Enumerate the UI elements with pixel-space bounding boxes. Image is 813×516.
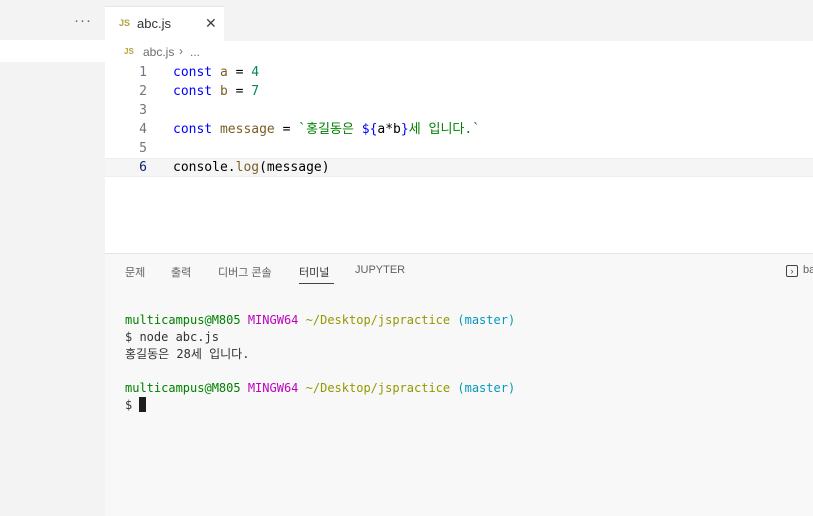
more-actions-icon[interactable]: ···	[74, 12, 92, 29]
code-line: 3	[105, 101, 813, 120]
breadcrumb: JS abc.js › ...	[105, 41, 813, 63]
prompt-host: MINGW64	[247, 313, 299, 327]
code-line: 4 const message = `홍길동은 ${a*b}세 입니다.`	[105, 120, 813, 139]
code-line-active: 6 console.log(message)	[105, 158, 813, 177]
operator: =	[235, 84, 244, 99]
line-number: 6	[139, 160, 147, 175]
terminal-result: 홍길동은 28세 입니다.	[125, 347, 250, 361]
active-tab-indicator	[299, 283, 334, 284]
line-number: 1	[139, 65, 147, 80]
bottom-panel: 문제 출력 디버그 콘솔 터미널 JUPYTER › ba multicampu…	[105, 254, 813, 516]
line-number: 4	[139, 122, 147, 137]
prompt-branch: (master)	[457, 313, 516, 327]
keyword: const	[173, 122, 213, 137]
operator: =	[282, 122, 291, 137]
template-string-start: `홍길동은	[298, 122, 362, 137]
code-text: const b = 7	[173, 82, 259, 101]
tab-jupyter[interactable]: JUPYTER	[355, 264, 405, 276]
chevron-right-icon: ›	[179, 44, 183, 58]
code-line: 5	[105, 139, 813, 158]
terminal-profile-label[interactable]: ba	[803, 264, 813, 276]
line-number: 2	[139, 84, 147, 99]
code-line: 2 const b = 7	[105, 82, 813, 101]
tab-terminal[interactable]: 터미널	[299, 264, 329, 280]
terminal-input-line[interactable]: $	[125, 397, 515, 414]
arguments: (message)	[259, 160, 330, 175]
code-line: 1 const a = 4	[105, 63, 813, 82]
terminal-line: multicampus@M805 MINGW64 ~/Desktop/jspra…	[125, 312, 515, 329]
code-text: console.log(message)	[173, 159, 330, 176]
terminal-cursor	[139, 397, 147, 412]
javascript-file-icon: JS	[124, 47, 134, 56]
terminal-output[interactable]: multicampus@M805 MINGW64 ~/Desktop/jspra…	[125, 312, 515, 414]
operator: =	[235, 65, 244, 80]
code-text: const message = `홍길동은 ${a*b}세 입니다.`	[173, 120, 480, 139]
editor-tab-bar: JS abc.js ✕	[105, 0, 813, 41]
identifier: console	[173, 160, 228, 175]
javascript-file-icon: JS	[119, 18, 131, 28]
breadcrumb-more[interactable]: ...	[190, 45, 200, 59]
prompt-path: ~/Desktop/jspractice	[305, 313, 451, 327]
line-number: 5	[139, 141, 147, 156]
identifier: b	[219, 84, 228, 99]
identifier: a	[219, 65, 228, 80]
prompt-user: multicampus@M805	[125, 381, 241, 395]
tab-abc-js[interactable]: JS abc.js ✕	[105, 6, 224, 41]
terminal-blank	[125, 363, 515, 380]
terminal-icon[interactable]: ›	[786, 265, 798, 277]
template-open: ${	[361, 122, 378, 137]
method: log	[235, 160, 260, 175]
template-expression: a*b	[377, 122, 401, 137]
number-literal: 7	[251, 84, 260, 99]
prompt-branch: (master)	[457, 381, 516, 395]
breadcrumb-file[interactable]: abc.js	[143, 45, 174, 59]
terminal-line: multicampus@M805 MINGW64 ~/Desktop/jspra…	[125, 380, 515, 397]
template-close: }	[400, 122, 409, 137]
tab-problems[interactable]: 문제	[125, 264, 145, 280]
identifier: message	[219, 122, 275, 137]
keyword: const	[173, 65, 213, 80]
keyword: const	[173, 84, 213, 99]
terminal-command: $ node abc.js	[125, 330, 219, 344]
template-string-end: 세 입니다.`	[408, 122, 481, 137]
close-icon[interactable]: ✕	[205, 15, 217, 32]
sidebar-selected-row[interactable]	[0, 40, 105, 62]
tab-label: abc.js	[137, 16, 171, 31]
tab-debug-console[interactable]: 디버그 콘솔	[218, 264, 272, 280]
prompt-host: MINGW64	[247, 381, 299, 395]
input-prompt: $	[125, 398, 133, 412]
code-text: const a = 4	[173, 63, 259, 82]
explorer-sidebar: ···	[0, 0, 105, 516]
prompt-user: multicampus@M805	[125, 313, 241, 327]
dot: .	[227, 160, 236, 175]
prompt-path: ~/Desktop/jspractice	[305, 381, 451, 395]
tab-output[interactable]: 출력	[171, 264, 191, 280]
line-number: 3	[139, 103, 147, 118]
number-literal: 4	[251, 65, 260, 80]
code-editor[interactable]: 1 const a = 4 2 const b = 7 3 4 const me…	[105, 63, 813, 253]
